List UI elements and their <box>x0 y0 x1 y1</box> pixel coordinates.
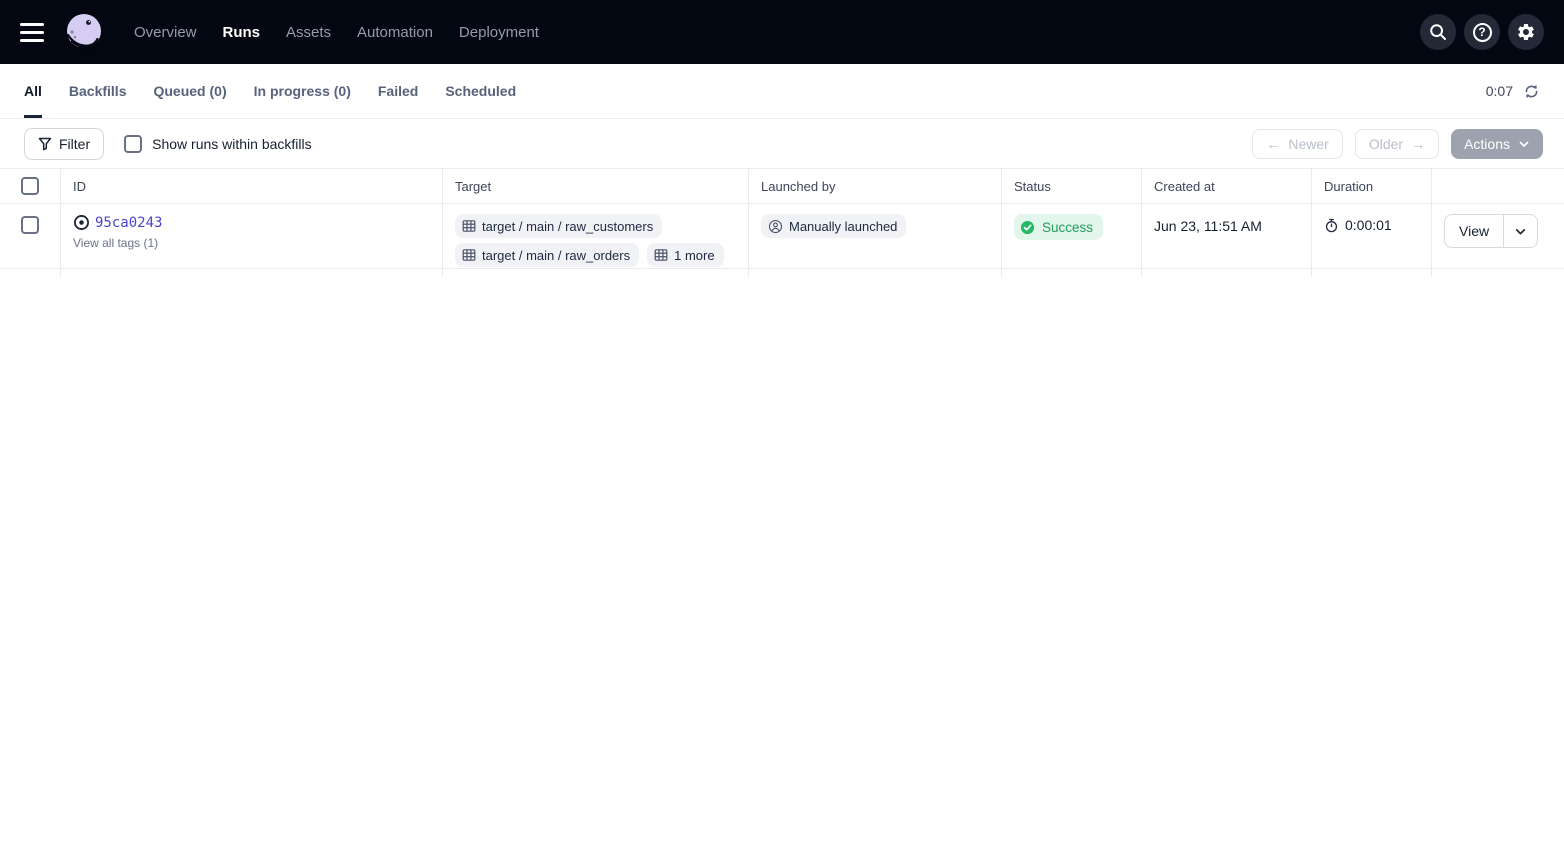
target-cell: target / main / raw_customers target / m… <box>442 204 748 277</box>
column-header-target: Target <box>442 169 748 203</box>
status-badge[interactable]: Success <box>1014 214 1103 240</box>
show-backfills-label: Show runs within backfills <box>152 136 312 152</box>
column-header-actions <box>1431 169 1564 203</box>
settings-button[interactable] <box>1508 14 1544 50</box>
nav-item-overview[interactable]: Overview <box>134 24 197 41</box>
table-header-row: ID Target Launched by Status Created at … <box>0 169 1564 204</box>
octopus-logo-icon <box>63 11 105 53</box>
nav-item-assets[interactable]: Assets <box>286 24 331 41</box>
runs-toolbar: Filter Show runs within backfills ← Newe… <box>0 119 1564 168</box>
duration-cell: 0:00:01 <box>1311 204 1431 277</box>
duration-value: 0:00:01 <box>1345 217 1392 233</box>
older-button[interactable]: Older → <box>1355 129 1439 159</box>
filter-funnel-icon <box>38 137 52 151</box>
target-chip-label: target / main / raw_orders <box>482 248 630 263</box>
launched-by-label: Manually launched <box>789 219 897 234</box>
nav-item-deployment[interactable]: Deployment <box>459 24 539 41</box>
asset-table-icon <box>462 248 476 262</box>
user-icon <box>768 219 783 234</box>
search-button[interactable] <box>1420 14 1456 50</box>
refresh-icon <box>1523 83 1540 100</box>
tab-backfills[interactable]: Backfills <box>69 64 127 118</box>
show-backfills-toggle[interactable]: Show runs within backfills <box>124 135 312 153</box>
asset-table-icon <box>462 219 476 233</box>
tab-all[interactable]: All <box>24 64 42 118</box>
refresh-countdown: 0:07 <box>1486 83 1513 99</box>
nav-item-automation[interactable]: Automation <box>357 24 433 41</box>
navbar-actions: ? <box>1420 14 1544 50</box>
run-id-link[interactable]: 95ca0243 <box>95 215 162 231</box>
help-button[interactable]: ? <box>1464 14 1500 50</box>
older-button-label: Older <box>1369 136 1403 152</box>
tab-queued[interactable]: Queued (0) <box>153 64 226 118</box>
target-chip[interactable]: target / main / raw_orders <box>455 243 639 267</box>
target-more-label: 1 more <box>674 248 714 263</box>
primary-nav: Overview Runs Assets Automation Deployme… <box>134 24 539 41</box>
runs-tabs: All Backfills Queued (0) In progress (0)… <box>24 64 516 118</box>
column-header-launched-by: Launched by <box>748 169 1001 203</box>
chevron-down-icon <box>1518 138 1530 150</box>
view-button[interactable]: View <box>1445 215 1503 247</box>
arrow-left-icon: ← <box>1266 136 1280 152</box>
target-chip[interactable]: target / main / raw_customers <box>455 214 662 238</box>
actions-button-label: Actions <box>1464 136 1510 152</box>
gear-icon <box>1516 22 1536 42</box>
stopwatch-icon <box>1324 218 1339 233</box>
tab-in-progress[interactable]: In progress (0) <box>254 64 351 118</box>
created-at-cell: Jun 23, 11:51 AM <box>1141 204 1311 277</box>
row-actions-cell: View <box>1431 204 1564 277</box>
target-more-chip[interactable]: 1 more <box>647 243 723 267</box>
status-cell: Success <box>1001 204 1141 277</box>
actions-button[interactable]: Actions <box>1451 129 1543 159</box>
refresh-button[interactable] <box>1523 83 1540 100</box>
run-status-dot-icon <box>73 214 90 231</box>
column-header-id: ID <box>60 169 442 203</box>
filter-button[interactable]: Filter <box>24 128 104 160</box>
view-split-button: View <box>1444 214 1538 248</box>
runs-table: ID Target Launched by Status Created at … <box>0 168 1564 269</box>
view-dropdown-button[interactable] <box>1503 215 1537 247</box>
show-backfills-checkbox[interactable] <box>124 135 142 153</box>
launched-by-cell: Manually launched <box>748 204 1001 277</box>
run-id-cell: 95ca0243 View all tags (1) <box>60 204 442 277</box>
arrow-right-icon: → <box>1411 136 1425 152</box>
help-icon: ? <box>1473 23 1492 42</box>
newer-button-label: Newer <box>1288 136 1328 152</box>
tab-failed[interactable]: Failed <box>378 64 418 118</box>
column-header-duration: Duration <box>1311 169 1431 203</box>
column-header-created-at: Created at <box>1141 169 1311 203</box>
column-header-status: Status <box>1001 169 1141 203</box>
view-all-tags-link[interactable]: View all tags (1) <box>73 236 430 250</box>
chevron-down-icon <box>1514 225 1527 238</box>
check-circle-icon <box>1020 220 1035 235</box>
asset-table-icon <box>654 248 668 262</box>
select-all-checkbox[interactable] <box>21 177 39 195</box>
menu-icon[interactable] <box>20 18 48 46</box>
filter-button-label: Filter <box>59 136 90 152</box>
created-at-value: Jun 23, 11:51 AM <box>1154 214 1299 234</box>
target-chip-label: target / main / raw_customers <box>482 219 653 234</box>
table-row: 95ca0243 View all tags (1) target / main… <box>0 204 1564 269</box>
row-checkbox[interactable] <box>21 216 39 234</box>
search-icon <box>1428 22 1448 42</box>
dagster-logo[interactable] <box>62 10 106 54</box>
newer-button[interactable]: ← Newer <box>1252 129 1342 159</box>
top-navbar: Overview Runs Assets Automation Deployme… <box>0 0 1564 64</box>
runs-tabs-bar: All Backfills Queued (0) In progress (0)… <box>0 64 1564 119</box>
status-label: Success <box>1042 220 1093 235</box>
launched-by-chip[interactable]: Manually launched <box>761 214 906 238</box>
tab-scheduled[interactable]: Scheduled <box>445 64 516 118</box>
nav-item-runs[interactable]: Runs <box>223 24 261 41</box>
